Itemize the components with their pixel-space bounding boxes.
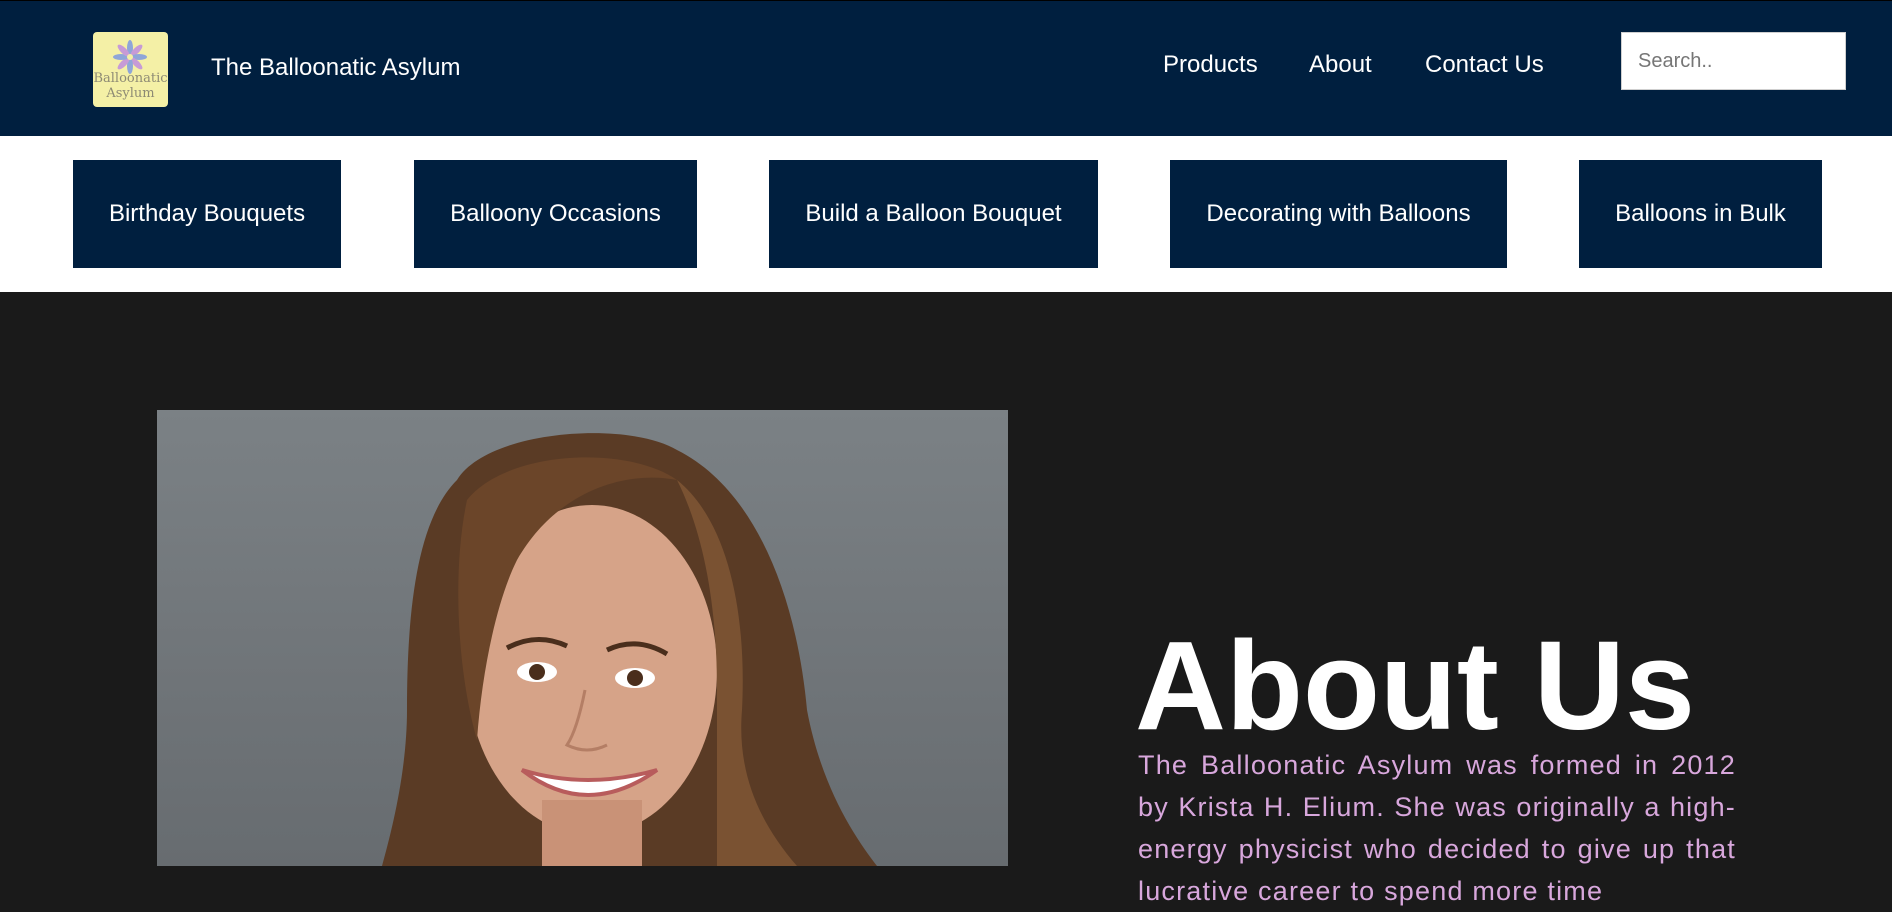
search-input[interactable] — [1621, 32, 1846, 90]
logo-text-line1: Balloonatic — [93, 71, 167, 86]
logo-flower-icon: Balloonatic Asylum — [93, 40, 168, 101]
category-birthday-bouquets[interactable]: Birthday Bouquets — [73, 160, 341, 268]
about-description: The Balloonatic Asylum was formed in 201… — [1138, 750, 1736, 906]
founder-photo — [157, 410, 1008, 866]
category-balloons-in-bulk[interactable]: Balloons in Bulk — [1579, 160, 1822, 268]
category-balloony-occasions[interactable]: Balloony Occasions — [414, 160, 697, 268]
nav-about[interactable]: About — [1309, 50, 1372, 80]
site-title[interactable]: The Balloonatic Asylum — [211, 53, 460, 83]
logo-text-line2: Asylum — [105, 86, 154, 101]
category-build-a-balloon-bouquet[interactable]: Build a Balloon Bouquet — [769, 160, 1098, 268]
category-decorating-with-balloons[interactable]: Decorating with Balloons — [1170, 160, 1507, 268]
about-section: About Us The Balloonatic Asylum was form… — [0, 292, 1892, 906]
portrait-image — [382, 433, 877, 866]
nav-contact-us[interactable]: Contact Us — [1425, 50, 1544, 80]
site-logo[interactable]: Balloonatic Asylum — [93, 32, 168, 107]
category-bar: Birthday Bouquets Balloony Occasions Bui… — [0, 136, 1892, 292]
site-header: Balloonatic Asylum The Balloonatic Asylu… — [0, 0, 1892, 136]
nav-products[interactable]: Products — [1163, 50, 1258, 80]
about-title: About Us — [1135, 615, 1695, 757]
